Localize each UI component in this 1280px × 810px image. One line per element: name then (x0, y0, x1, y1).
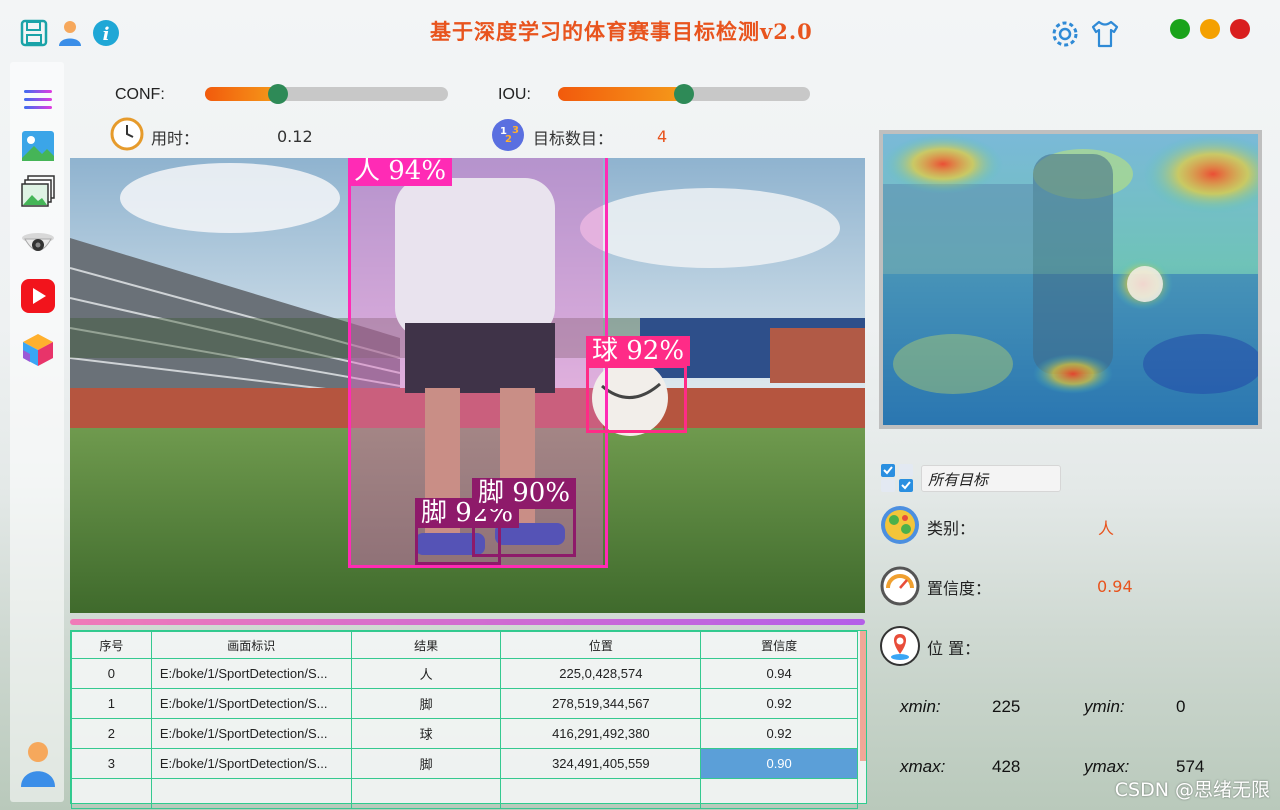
ymax-label: ymax: (1084, 757, 1130, 776)
table-cell[interactable]: 球 (350, 718, 502, 749)
table-row-empty (71, 778, 858, 809)
bbox-label-foot-2: 脚 90% (472, 478, 577, 508)
time-value: 0.12 (277, 127, 313, 146)
ymin-label: ymin: (1084, 697, 1125, 716)
target-select-value: 所有目标 (928, 471, 989, 489)
table-cell[interactable]: 278,519,344,567 (500, 688, 702, 719)
confidence-icon (880, 566, 920, 606)
class-value: 人 (1098, 519, 1115, 538)
table-header-row: 序号 画面标识 结果 位置 置信度 (71, 631, 858, 659)
position-label: 位 置： (927, 639, 981, 658)
iou-slider-handle[interactable] (674, 84, 694, 104)
xmax-value: 428 (992, 757, 1021, 776)
ymin-value: 0 (1176, 697, 1186, 716)
table-cell[interactable]: 脚 (350, 748, 502, 779)
svg-text:3: 3 (512, 125, 519, 136)
minimize-button[interactable] (1170, 19, 1190, 39)
table-header[interactable]: 画面标识 (150, 631, 352, 659)
conf-slider-handle[interactable] (268, 84, 288, 104)
time-label: 用时： (151, 129, 200, 148)
table-cell-selected[interactable]: 0.90 (700, 748, 858, 779)
camera-icon[interactable] (20, 224, 56, 260)
iou-label: IOU: (498, 86, 531, 103)
table-row[interactable]: 0 E:/boke/1/SportDetection/S... 人 225,0,… (71, 658, 858, 689)
results-table[interactable]: 序号 画面标识 结果 位置 置信度 0 E:/boke/1/SportDetec… (70, 630, 867, 809)
bbox-ball (586, 365, 687, 433)
table-row[interactable]: 1 E:/boke/1/SportDetection/S... 脚 278,51… (71, 688, 858, 719)
heatmap-image (879, 130, 1262, 429)
location-icon (880, 626, 920, 666)
table-cell[interactable]: 324,491,405,559 (500, 748, 702, 779)
clock-icon (110, 117, 144, 151)
confidence-label: 置信度： (927, 579, 992, 598)
svg-text:i: i (103, 24, 110, 45)
conf-label: CONF: (115, 86, 165, 103)
close-button[interactable] (1230, 19, 1250, 39)
iou-slider[interactable] (558, 84, 810, 104)
bbox-label-ball: 球 92% (586, 336, 691, 366)
watermark: CSDN @思绪无限 (1114, 779, 1270, 801)
xmin-value: 225 (992, 697, 1021, 716)
select-all-checkbox-icon[interactable] (880, 463, 916, 493)
image-icon[interactable] (20, 128, 56, 164)
bbox-foot-2 (472, 506, 576, 557)
class-icon (880, 505, 920, 545)
detection-image: 人 94% 球 92% 脚 92% 脚 90% (70, 158, 865, 613)
iou-slider-fill (558, 87, 684, 101)
table-cell[interactable]: E:/boke/1/SportDetection/S... (150, 748, 352, 779)
table-row[interactable]: 2 E:/boke/1/SportDetection/S... 球 416,29… (71, 718, 858, 749)
table-header[interactable]: 置信度 (700, 631, 858, 659)
xmin-label: xmin: (900, 697, 941, 716)
table-cell[interactable]: E:/boke/1/SportDetection/S... (150, 658, 352, 689)
table-cell[interactable]: 0 (71, 658, 152, 689)
table-scrollbar[interactable] (860, 631, 866, 761)
ymax-value: 574 (1176, 757, 1205, 776)
table-row[interactable]: 3 E:/boke/1/SportDetection/S... 脚 324,49… (71, 748, 858, 779)
table-cell[interactable]: 0.92 (700, 718, 858, 749)
table-header[interactable]: 结果 (350, 631, 502, 659)
table-cell[interactable]: E:/boke/1/SportDetection/S... (150, 718, 352, 749)
conf-slider[interactable] (205, 84, 448, 104)
user-icon[interactable] (56, 19, 84, 47)
table-cell[interactable]: 0.94 (700, 658, 858, 689)
table-cell[interactable]: 1 (71, 688, 152, 719)
table-header[interactable]: 位置 (500, 631, 702, 659)
folder-images-icon[interactable] (20, 174, 56, 210)
table-cell[interactable]: 0.92 (700, 688, 858, 719)
maximize-button[interactable] (1200, 19, 1220, 39)
table-header[interactable]: 序号 (71, 631, 152, 659)
xmax-label: xmax: (900, 757, 946, 776)
table-cell[interactable]: E:/boke/1/SportDetection/S... (150, 688, 352, 719)
count-label: 目标数目： (533, 129, 614, 148)
table-cell[interactable]: 416,291,492,380 (500, 718, 702, 749)
model-icon[interactable] (20, 332, 56, 368)
table-cell[interactable]: 225,0,428,574 (500, 658, 702, 689)
class-label: 类别： (927, 519, 976, 538)
info-icon[interactable]: i (92, 19, 120, 47)
confidence-value: 0.94 (1097, 577, 1133, 596)
tshirt-icon[interactable] (1090, 19, 1119, 48)
menu-icon[interactable] (20, 82, 56, 118)
table-cell[interactable]: 3 (71, 748, 152, 779)
user-avatar-icon[interactable] (20, 740, 56, 788)
progress-divider (70, 619, 865, 625)
bbox-label-person: 人 94% (348, 158, 453, 186)
app-title: 基于深度学习的体育赛事目标检测v2.0 (430, 19, 813, 44)
table-cell[interactable]: 脚 (350, 688, 502, 719)
video-icon[interactable] (20, 278, 56, 314)
svg-text:2: 2 (505, 134, 512, 145)
heatmap-svg (883, 134, 1258, 425)
table-cell[interactable]: 人 (350, 658, 502, 689)
table-cell[interactable]: 2 (71, 718, 152, 749)
save-icon[interactable] (20, 19, 48, 47)
count-icon: 123 (491, 118, 525, 152)
target-select[interactable]: 所有目标 (921, 465, 1061, 492)
settings-icon[interactable] (1050, 19, 1078, 47)
sidebar (10, 62, 64, 802)
count-value: 4 (657, 127, 668, 146)
